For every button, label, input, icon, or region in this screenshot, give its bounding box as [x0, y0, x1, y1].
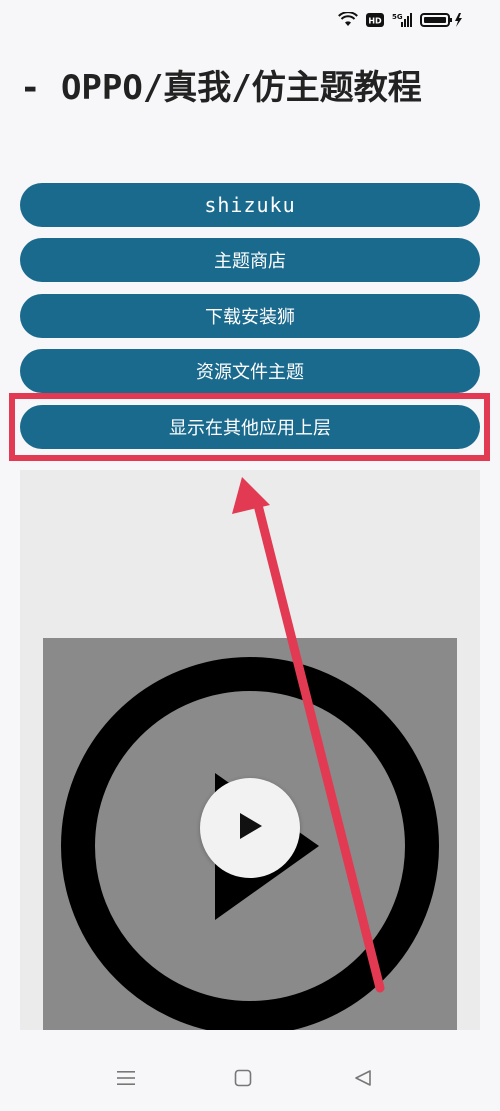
play-button[interactable] — [200, 778, 300, 878]
highlight-annotation-box — [9, 393, 490, 461]
back-icon[interactable] — [354, 1069, 372, 1091]
wifi-icon — [338, 12, 358, 28]
theme-store-button[interactable]: 主题商店 — [20, 238, 480, 282]
hd-label: HD — [368, 17, 382, 26]
status-bar: HD 5G — [0, 0, 500, 44]
home-icon[interactable] — [234, 1069, 252, 1091]
menu-icon[interactable] — [116, 1069, 136, 1091]
signal-5g-icon: 5G — [392, 12, 412, 28]
shizuku-button[interactable]: shizuku — [20, 183, 480, 227]
play-icon — [236, 811, 264, 845]
app-screen: HD 5G - OPPO/真我/仿主题教程 shizuku 主题商店 下载安装狮… — [0, 0, 500, 1111]
navigation-bar — [0, 1051, 500, 1111]
hd-icon: HD — [366, 13, 384, 27]
network-label: 5G — [392, 13, 403, 21]
page-title-container: - OPPO/真我/仿主题教程 — [20, 60, 480, 109]
battery-charging-icon — [420, 12, 464, 28]
resource-file-theme-button[interactable]: 资源文件主题 — [20, 349, 480, 393]
page-title: - OPPO/真我/仿主题教程 — [20, 68, 422, 108]
download-installer-button[interactable]: 下载安装狮 — [20, 294, 480, 338]
